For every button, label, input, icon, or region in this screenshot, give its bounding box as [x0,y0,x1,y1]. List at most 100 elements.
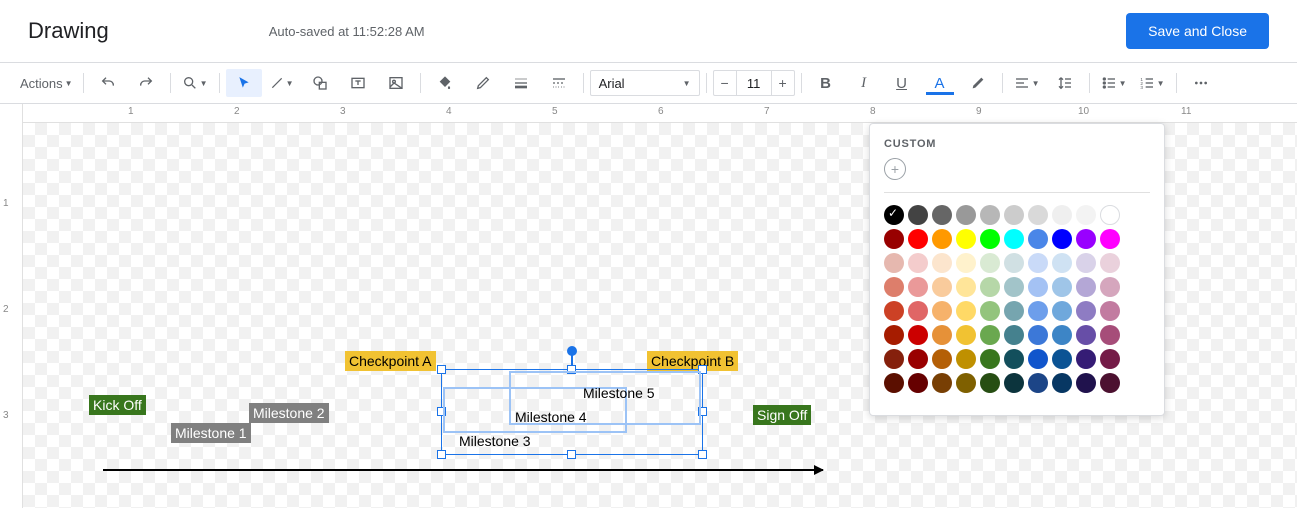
zoom-menu[interactable]: ▼ [177,69,213,97]
border-dash-button[interactable] [541,69,577,97]
textbox-tool[interactable] [340,69,376,97]
color-swatch[interactable] [1004,373,1024,393]
shape-milestone-3-label[interactable]: Milestone 3 [455,431,535,451]
shape-checkpoint-a[interactable]: Checkpoint A [345,351,436,371]
color-swatch[interactable] [908,205,928,225]
bold-button[interactable]: B [808,69,844,97]
resize-handle[interactable] [567,450,576,459]
line-spacing-button[interactable] [1047,69,1083,97]
color-swatch[interactable] [1076,253,1096,273]
save-and-close-button[interactable]: Save and Close [1126,13,1269,49]
numbered-list-button[interactable]: 123▼ [1134,69,1170,97]
color-swatch[interactable] [1004,325,1024,345]
color-swatch[interactable] [908,325,928,345]
color-swatch[interactable] [1052,253,1072,273]
text-color-button[interactable]: A [922,69,958,97]
color-swatch[interactable] [1052,349,1072,369]
color-swatch[interactable] [1100,349,1120,369]
color-swatch[interactable] [1052,277,1072,297]
color-swatch[interactable] [884,301,904,321]
shape-checkpoint-b[interactable]: Checkpoint B [647,351,738,371]
font-size-value[interactable]: 11 [736,71,772,95]
color-swatch[interactable] [980,301,1000,321]
shape-tool[interactable] [302,69,338,97]
color-swatch[interactable] [884,205,904,225]
color-swatch[interactable] [980,373,1000,393]
shape-signoff[interactable]: Sign Off [753,405,811,425]
color-swatch[interactable] [932,205,952,225]
align-menu[interactable]: ▼ [1009,69,1045,97]
color-swatch[interactable] [884,349,904,369]
color-swatch[interactable] [1052,229,1072,249]
color-swatch[interactable] [884,373,904,393]
font-size-decrease[interactable]: − [714,75,736,91]
highlight-color-button[interactable] [960,69,996,97]
color-swatch[interactable] [956,373,976,393]
shape-milestone-4-label[interactable]: Milestone 4 [511,407,591,427]
color-swatch[interactable] [1100,253,1120,273]
color-swatch[interactable] [1052,301,1072,321]
color-swatch[interactable] [956,349,976,369]
color-swatch[interactable] [908,373,928,393]
color-swatch[interactable] [1028,229,1048,249]
color-swatch[interactable] [1076,229,1096,249]
timeline-arrow[interactable] [103,469,823,471]
color-swatch[interactable] [1028,349,1048,369]
color-swatch[interactable] [1076,277,1096,297]
color-swatch[interactable] [980,349,1000,369]
color-swatch[interactable] [956,301,976,321]
undo-button[interactable] [90,69,126,97]
color-swatch[interactable] [1076,205,1096,225]
color-swatch[interactable] [980,253,1000,273]
color-swatch[interactable] [1100,373,1120,393]
font-family-select[interactable]: Arial▼ [590,70,700,96]
color-swatch[interactable] [1100,325,1120,345]
color-swatch[interactable] [956,325,976,345]
italic-button[interactable]: I [846,69,882,97]
color-swatch[interactable] [980,277,1000,297]
color-swatch[interactable] [908,301,928,321]
color-swatch[interactable] [1004,205,1024,225]
color-swatch[interactable] [1100,301,1120,321]
color-swatch[interactable] [1052,373,1072,393]
color-swatch[interactable] [908,229,928,249]
color-swatch[interactable] [1028,325,1048,345]
font-size-increase[interactable]: + [772,75,794,91]
color-swatch[interactable] [1028,277,1048,297]
color-swatch[interactable] [908,277,928,297]
color-swatch[interactable] [932,325,952,345]
color-swatch[interactable] [932,349,952,369]
color-swatch[interactable] [908,349,928,369]
color-swatch[interactable] [956,229,976,249]
color-swatch[interactable] [1100,229,1120,249]
color-swatch[interactable] [1004,253,1024,273]
color-swatch[interactable] [1076,301,1096,321]
color-swatch[interactable] [980,229,1000,249]
border-weight-button[interactable] [503,69,539,97]
select-tool[interactable] [226,69,262,97]
color-swatch[interactable] [1004,301,1024,321]
more-options-button[interactable] [1183,69,1219,97]
redo-button[interactable] [128,69,164,97]
resize-handle[interactable] [437,365,446,374]
color-swatch[interactable] [980,205,1000,225]
color-swatch[interactable] [956,253,976,273]
border-color-button[interactable] [465,69,501,97]
color-swatch[interactable] [1004,229,1024,249]
color-swatch[interactable] [1076,373,1096,393]
color-swatch[interactable] [1028,373,1048,393]
shape-milestone-5-label[interactable]: Milestone 5 [579,383,659,403]
color-swatch[interactable] [956,277,976,297]
color-swatch[interactable] [908,253,928,273]
color-swatch[interactable] [884,229,904,249]
color-swatch[interactable] [884,325,904,345]
color-swatch[interactable] [1028,301,1048,321]
rotation-handle[interactable] [567,346,577,356]
color-swatch[interactable] [1052,325,1072,345]
color-swatch[interactable] [884,277,904,297]
shape-milestone-2[interactable]: Milestone 2 [249,403,329,423]
color-swatch[interactable] [1052,205,1072,225]
bulleted-list-button[interactable]: ▼ [1096,69,1132,97]
color-swatch[interactable] [1028,205,1048,225]
resize-handle[interactable] [698,450,707,459]
